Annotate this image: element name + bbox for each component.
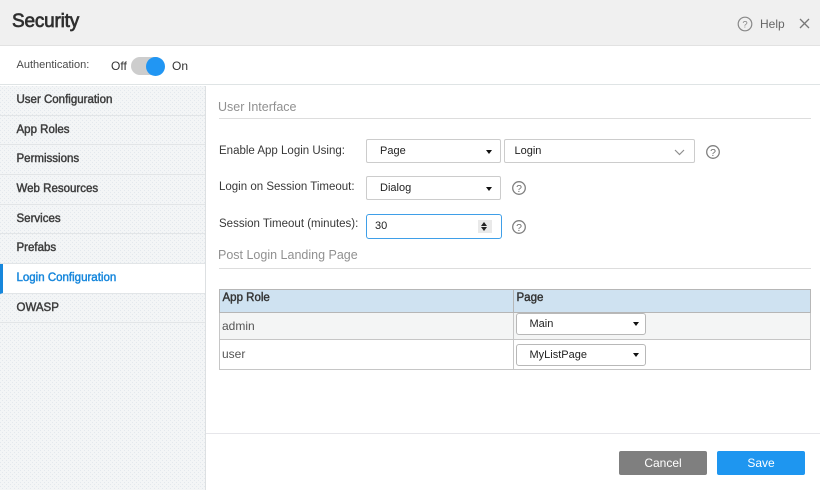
- svg-text:?: ?: [710, 147, 716, 159]
- svg-text:?: ?: [516, 222, 522, 234]
- svg-text:?: ?: [742, 20, 747, 31]
- svg-text:?: ?: [516, 183, 522, 195]
